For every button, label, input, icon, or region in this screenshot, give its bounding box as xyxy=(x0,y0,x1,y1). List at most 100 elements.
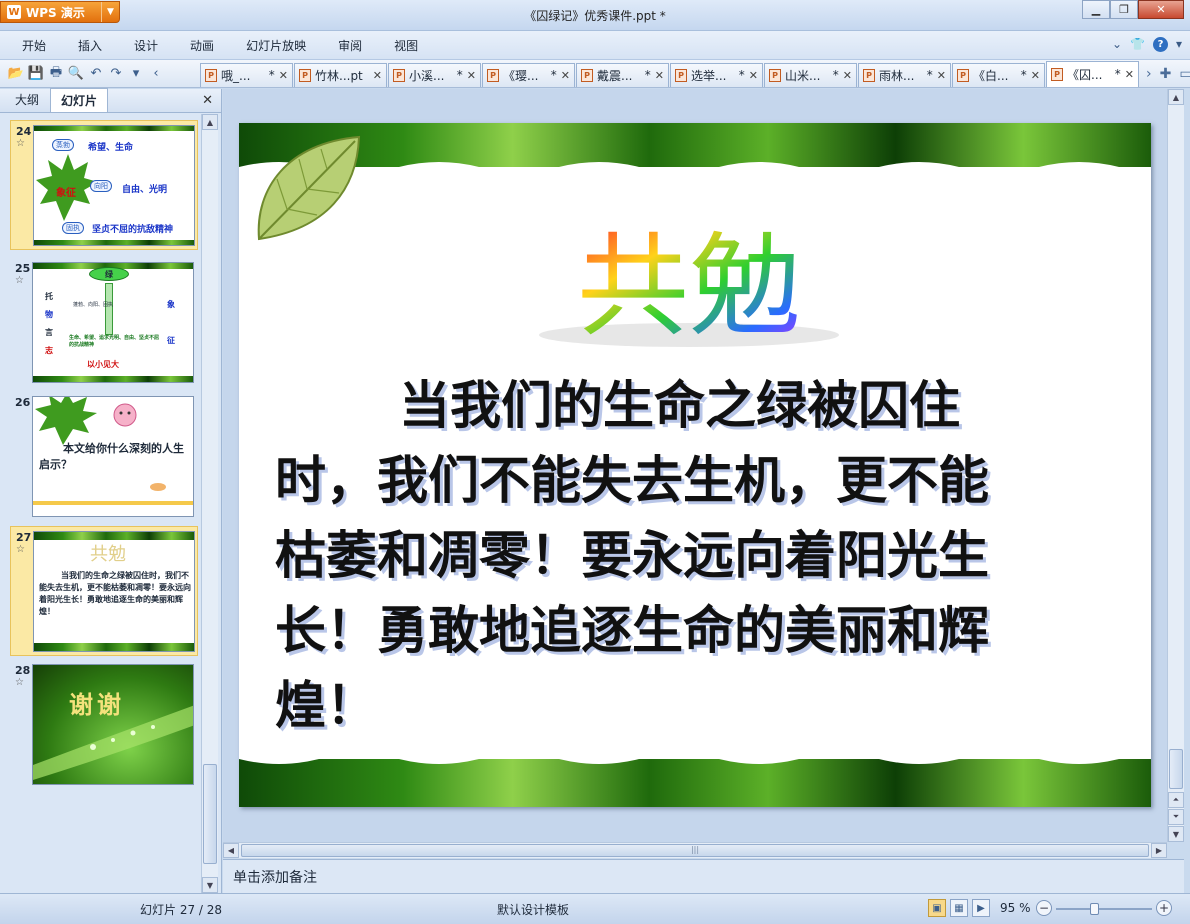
tab-slides[interactable]: 幻灯片 xyxy=(50,88,109,112)
customize-toolbar-icon[interactable]: ▾ xyxy=(128,66,144,82)
close-tab-icon[interactable]: ✕ xyxy=(279,69,288,82)
doc-tab-7[interactable]: P 山米... * ✕ xyxy=(764,62,857,87)
thumbnail-slide-26[interactable]: 26 本文给你什么深刻的人生启示？ xyxy=(10,392,198,522)
quick-access-toolbar: 📂 💾 🖶 🔍 ↶ ↷ ▾ ‹ P 哦_... * ✕ P 竹林...pt ✕ P 小溪..… xyxy=(0,60,1190,88)
scroll-tabs-right-icon[interactable]: › xyxy=(1146,66,1152,82)
tab-nav-tools: › ✚ ▭ xyxy=(1140,66,1190,82)
tab-outline[interactable]: 大纲 xyxy=(4,87,50,112)
help-icon[interactable]: ? xyxy=(1152,37,1168,52)
tab-list-icon[interactable]: ▭ xyxy=(1179,66,1190,82)
redo-icon[interactable]: ↷ xyxy=(108,66,124,82)
skin-icon[interactable]: 👕 xyxy=(1130,37,1145,52)
chevron-down-icon[interactable]: ▾ xyxy=(1176,37,1182,52)
close-tab-icon[interactable]: ✕ xyxy=(843,69,852,82)
doc-tab-5[interactable]: P 戴震... * ✕ xyxy=(576,62,669,87)
thumbnail-slide-27[interactable]: 27 ☆ 共勉 当我们的生命之绿被囚住时，我们不能失去生机，更不能枯萎和凋零！要… xyxy=(10,526,198,656)
minimize-button[interactable]: ▁ xyxy=(1082,0,1110,19)
menu-home[interactable]: 开始 xyxy=(10,31,58,60)
close-tab-icon[interactable]: ✕ xyxy=(467,69,476,82)
menu-slideshow[interactable]: 幻灯片放映 xyxy=(234,31,318,60)
slide-number: 26 xyxy=(15,396,31,409)
menu-design[interactable]: 设计 xyxy=(122,31,170,60)
menu-review[interactable]: 审阅 xyxy=(326,31,374,60)
arrow-shape xyxy=(105,283,113,335)
doc-tab-4[interactable]: P 《璎... * ✕ xyxy=(482,62,575,87)
normal-view-icon[interactable]: ▣ xyxy=(928,899,946,917)
leaf-droplets-image xyxy=(33,705,193,780)
close-tab-icon[interactable]: ✕ xyxy=(373,69,382,82)
thumb-text: 当我们的生命之绿被囚住时，我们不能失去生机，更不能枯萎和凋零！要永远向着阳光生长… xyxy=(39,571,191,616)
print-icon[interactable]: 🖶 xyxy=(48,65,64,82)
scroll-down-icon[interactable]: ▼ xyxy=(1168,826,1184,842)
slide-body-text[interactable]: 当我们的生命之绿被囚住 时，我们不能失去生机，更不能 枯萎和凋零！要永远向着阳光… xyxy=(275,369,1115,744)
scrollbar-thumb[interactable]: ||| xyxy=(241,844,1149,857)
print-preview-icon[interactable]: 🔍 xyxy=(68,66,84,82)
close-tab-icon[interactable]: ✕ xyxy=(655,69,664,82)
zoom-in-icon[interactable]: + xyxy=(1156,900,1172,916)
doc-tab-1[interactable]: P 哦_... * ✕ xyxy=(200,62,293,87)
body-line: 长！勇敢地追逐生命的美丽和辉 xyxy=(275,602,990,661)
close-tab-icon[interactable]: ✕ xyxy=(937,69,946,82)
leaf-decoration-icon xyxy=(257,135,361,241)
ppt-file-icon: P xyxy=(581,68,593,82)
save-icon[interactable]: 💾 xyxy=(28,66,44,82)
zoom-out-icon[interactable]: − xyxy=(1036,900,1052,916)
menu-insert[interactable]: 插入 xyxy=(66,31,114,60)
scrollbar-thumb[interactable] xyxy=(1169,749,1183,789)
zoom-slider[interactable]: − + xyxy=(1036,900,1172,918)
slide-number: 25 xyxy=(15,262,31,275)
thumbnail-slide-25[interactable]: 25 ☆ 绿 托 物 言 志 蓬勃、向阳、固执 象 生命、希望、追求光明、自由、… xyxy=(10,258,198,388)
scroll-up-icon[interactable]: ▲ xyxy=(202,114,218,130)
green-band xyxy=(34,532,194,540)
close-window-button[interactable]: ✕ xyxy=(1138,0,1184,19)
editor-vertical-scrollbar[interactable]: ▲ ⏶ ⏷ ▼ xyxy=(1167,89,1184,842)
open-folder-icon[interactable]: 📂 xyxy=(8,66,24,82)
slide-title-art: 共勉 xyxy=(539,222,839,352)
scroll-up-icon[interactable]: ▲ xyxy=(1168,89,1184,105)
current-slide[interactable]: 共勉 当我们的生命之绿被囚住 时，我们不能失去生机，更不能 枯萎和凋零！要永远向… xyxy=(239,123,1151,807)
thumbnail-slide-28[interactable]: 28 ☆ 谢谢 xyxy=(10,660,198,790)
notes-pane[interactable]: 单击添加备注 xyxy=(223,859,1184,893)
slideshow-view-icon[interactable]: ▶ xyxy=(972,899,990,917)
editor-horizontal-scrollbar[interactable]: ◀ ||| ▶ xyxy=(223,842,1167,858)
scrollbar-thumb[interactable] xyxy=(203,764,217,864)
window-controls: ▁ ❐ ✕ xyxy=(1082,0,1184,19)
close-tab-icon[interactable]: ✕ xyxy=(749,69,758,82)
thumbnail-slide-24[interactable]: 24 ☆ 蒸勃 希望、生命 象征 向阳 自由、光明 固执 坚贞不屈的抗敌精神 xyxy=(10,120,198,250)
green-band xyxy=(33,376,193,382)
close-panel-icon[interactable]: ✕ xyxy=(202,93,213,108)
doc-tab-3[interactable]: P 小溪... * ✕ xyxy=(388,62,481,87)
doc-tab-6[interactable]: P 选举... * ✕ xyxy=(670,62,763,87)
slide-sorter-view-icon[interactable]: ▦ xyxy=(950,899,968,917)
doc-tab-label: 戴震... xyxy=(597,68,633,83)
close-tab-icon[interactable]: ✕ xyxy=(1031,69,1040,82)
prev-slide-icon[interactable]: ⏶ xyxy=(1168,792,1184,808)
thumbnail-scrollbar[interactable]: ▲ ▼ xyxy=(201,114,218,893)
close-tab-icon[interactable]: ✕ xyxy=(561,69,570,82)
maximize-button[interactable]: ❐ xyxy=(1110,0,1138,19)
next-slide-icon[interactable]: ⏷ xyxy=(1168,809,1184,825)
thumb-text: 坚贞不屈的抗敌精神 xyxy=(92,225,174,235)
undo-icon[interactable]: ↶ xyxy=(88,66,104,82)
template-name[interactable]: 默认设计模板 xyxy=(497,901,569,918)
menu-view[interactable]: 视图 xyxy=(382,31,430,60)
scroll-down-icon[interactable]: ▼ xyxy=(202,877,218,893)
scroll-left-icon[interactable]: ◀ xyxy=(223,843,239,858)
green-band xyxy=(34,643,194,651)
doc-tab-2[interactable]: P 竹林...pt ✕ xyxy=(294,62,387,87)
zoom-knob[interactable] xyxy=(1090,903,1100,915)
new-tab-icon[interactable]: ✚ xyxy=(1160,66,1172,82)
slides-panel: 大纲 幻灯片 ✕ 24 ☆ 蒸勃 希望、生命 象征 向阳 自由、光明 固执 坚贞… xyxy=(0,87,222,893)
collapse-ribbon-icon[interactable]: ⌄ xyxy=(1112,37,1122,52)
doc-tab-9[interactable]: P 《白... * ✕ xyxy=(952,62,1045,87)
doc-tab-8[interactable]: P 雨林... * ✕ xyxy=(858,62,951,87)
ppt-file-icon: P xyxy=(957,68,969,82)
close-tab-icon[interactable]: ✕ xyxy=(1125,68,1134,81)
scroll-tabs-left-icon[interactable]: ‹ xyxy=(148,66,164,82)
tag-label: 蒸勃 xyxy=(52,139,74,151)
menu-animation[interactable]: 动画 xyxy=(178,31,226,60)
zoom-level[interactable]: 95 % xyxy=(1000,901,1031,915)
doc-tab-active[interactable]: P 《囚... * ✕ xyxy=(1046,60,1139,87)
body-line: 煌！ xyxy=(275,677,378,736)
scroll-right-icon[interactable]: ▶ xyxy=(1151,843,1167,858)
